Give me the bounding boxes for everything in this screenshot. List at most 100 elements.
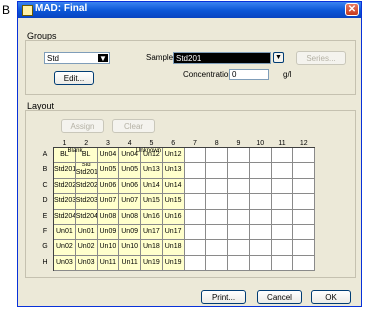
group-select[interactable]: Std ▼ xyxy=(44,52,110,64)
plate-well[interactable]: Un03 xyxy=(75,255,98,272)
plate-well[interactable] xyxy=(184,178,207,195)
plate-well[interactable] xyxy=(271,178,294,195)
plate-well[interactable] xyxy=(206,178,228,195)
plate-well[interactable]: Std204 xyxy=(54,209,76,225)
ok-button[interactable]: OK xyxy=(311,290,351,304)
plate-well[interactable]: Std202 xyxy=(54,178,76,195)
plate-well[interactable] xyxy=(228,178,250,195)
clear-button[interactable]: Clear xyxy=(112,119,155,133)
plate-well[interactable]: Un19 xyxy=(141,255,163,272)
plate-well[interactable] xyxy=(249,255,272,272)
plate-well[interactable] xyxy=(271,255,294,272)
plate-well[interactable]: Un06 xyxy=(119,178,141,195)
plate-well[interactable] xyxy=(271,209,294,225)
plate-well[interactable]: Un09 xyxy=(119,225,141,241)
title-bar[interactable]: MAD: Final ✕ xyxy=(18,2,361,18)
plate-well[interactable]: Std203 xyxy=(75,194,98,210)
plate-well[interactable] xyxy=(206,255,228,272)
sample-dropdown-button[interactable]: ▼ xyxy=(273,52,284,63)
plate-well[interactable]: Un18 xyxy=(141,240,163,256)
plate-well[interactable]: Un14 xyxy=(162,178,185,195)
plate-well[interactable]: Un13 xyxy=(162,163,185,179)
plate-well[interactable]: Un01 xyxy=(75,225,98,241)
plate-well[interactable] xyxy=(249,148,272,164)
plate-well[interactable] xyxy=(228,240,250,256)
plate-well[interactable] xyxy=(293,209,315,225)
plate-well[interactable] xyxy=(184,225,207,241)
plate-well[interactable]: Un05 xyxy=(119,163,141,179)
plate-well[interactable] xyxy=(184,209,207,225)
plate-well[interactable] xyxy=(293,178,315,195)
plate-well[interactable]: Un17 xyxy=(141,225,163,241)
plate-well[interactable]: Un15 xyxy=(141,194,163,210)
plate-well[interactable]: Un16 xyxy=(162,209,185,225)
plate-well[interactable] xyxy=(293,148,315,164)
plate-well[interactable] xyxy=(184,163,207,179)
plate-well[interactable]: Un06 xyxy=(97,178,120,195)
plate-well[interactable]: Un08 xyxy=(119,209,141,225)
plate-well[interactable] xyxy=(206,209,228,225)
plate-well[interactable]: Std203 xyxy=(54,194,76,210)
plate-well[interactable]: Un03 xyxy=(54,255,76,272)
plate-well[interactable] xyxy=(206,163,228,179)
plate-well[interactable] xyxy=(293,225,315,241)
plate-well[interactable]: Un07 xyxy=(119,194,141,210)
plate-well[interactable]: Un10 xyxy=(97,240,120,256)
plate-well[interactable]: Un02 xyxy=(54,240,76,256)
sample-select[interactable]: Std201 xyxy=(173,52,271,64)
plate-well[interactable] xyxy=(293,194,315,210)
plate-well[interactable] xyxy=(184,240,207,256)
plate-well[interactable] xyxy=(184,255,207,272)
plate-well[interactable] xyxy=(206,225,228,241)
plate-well[interactable] xyxy=(206,194,228,210)
concentration-input[interactable]: 0 xyxy=(229,69,269,80)
plate-well[interactable]: Un11 xyxy=(97,255,120,272)
plate-well[interactable] xyxy=(271,163,294,179)
plate-well[interactable]: Un08 xyxy=(97,209,120,225)
print-button[interactable]: Print... xyxy=(201,290,246,304)
plate-well[interactable]: Std201 xyxy=(54,163,76,179)
plate-well[interactable] xyxy=(271,194,294,210)
plate-well[interactable] xyxy=(206,240,228,256)
plate-well[interactable] xyxy=(271,225,294,241)
plate-well[interactable]: Un04 xyxy=(97,148,120,164)
plate-well[interactable] xyxy=(249,163,272,179)
plate-well[interactable] xyxy=(249,209,272,225)
plate-well[interactable] xyxy=(249,240,272,256)
plate-well[interactable]: Un13 xyxy=(141,163,163,179)
plate-well[interactable]: Un11 xyxy=(119,255,141,272)
plate-well[interactable]: Std Std201 xyxy=(75,163,98,179)
plate-well[interactable]: Un02 xyxy=(75,240,98,256)
plate-well[interactable]: Un01 xyxy=(54,225,76,241)
plate-well[interactable] xyxy=(184,194,207,210)
plate-well[interactable] xyxy=(228,209,250,225)
plate-well[interactable]: Un19 xyxy=(162,255,185,272)
plate-well[interactable] xyxy=(249,225,272,241)
plate-well[interactable]: Std202 xyxy=(75,178,98,195)
plate-well[interactable] xyxy=(293,255,315,272)
plate-well[interactable]: Un15 xyxy=(162,194,185,210)
edit-button[interactable]: Edit... xyxy=(54,71,94,85)
close-button[interactable]: ✕ xyxy=(345,3,359,16)
plate-well[interactable] xyxy=(228,194,250,210)
plate-well[interactable] xyxy=(228,225,250,241)
plate-well[interactable]: Un16 xyxy=(141,209,163,225)
plate-well[interactable] xyxy=(206,148,228,164)
plate-well[interactable] xyxy=(249,178,272,195)
plate-well[interactable]: Std204 xyxy=(75,209,98,225)
plate-well[interactable] xyxy=(271,148,294,164)
plate-well[interactable]: Un17 xyxy=(162,225,185,241)
plate-well[interactable] xyxy=(184,148,207,164)
series-button[interactable]: Series... xyxy=(296,51,346,65)
assign-button[interactable]: Assign xyxy=(61,119,104,133)
plate-well[interactable] xyxy=(249,194,272,210)
plate-well[interactable] xyxy=(228,255,250,272)
plate-well[interactable] xyxy=(293,240,315,256)
plate-well[interactable]: Un14 xyxy=(141,178,163,195)
plate-well[interactable]: Un18 xyxy=(162,240,185,256)
plate-well[interactable] xyxy=(271,240,294,256)
cancel-button[interactable]: Cancel xyxy=(257,290,302,304)
plate-well[interactable]: Un05 xyxy=(97,163,120,179)
plate-well[interactable] xyxy=(293,163,315,179)
plate-well[interactable] xyxy=(228,148,250,164)
